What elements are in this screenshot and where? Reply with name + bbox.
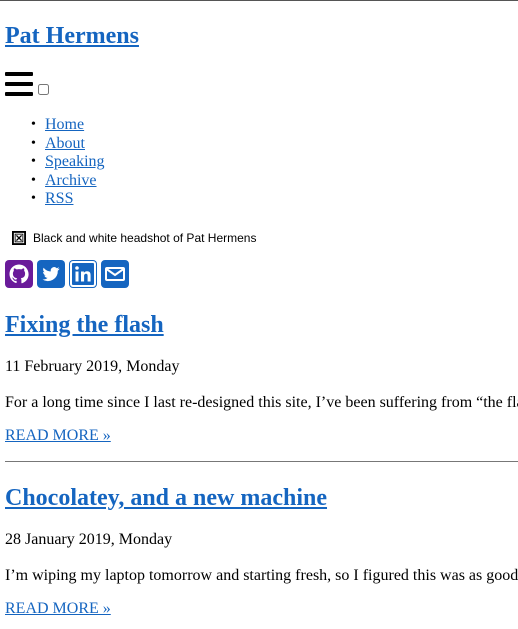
email-link[interactable] <box>101 260 129 288</box>
nav-link-rss[interactable]: RSS <box>45 190 73 207</box>
linkedin-icon <box>69 260 97 288</box>
nav-item-home: Home <box>0 116 105 135</box>
hamburger-menu-icon[interactable] <box>5 72 33 96</box>
twitter-link[interactable] <box>37 260 65 288</box>
broken-image-icon <box>12 231 26 245</box>
main-nav: Home About Speaking Archive RSS <box>0 116 105 209</box>
post-title-link[interactable]: Chocolatey, and a new machine <box>5 485 327 511</box>
post-title: Chocolatey, and a new machine <box>5 483 327 513</box>
nav-link-speaking[interactable]: Speaking <box>45 153 105 170</box>
nav-link-archive[interactable]: Archive <box>45 172 97 189</box>
github-icon <box>5 260 33 288</box>
menu-toggle-checkbox[interactable] <box>38 84 49 95</box>
twitter-icon <box>37 260 65 288</box>
email-icon <box>101 260 129 288</box>
post-divider <box>5 461 518 462</box>
site-title: Pat Hermens <box>5 20 139 52</box>
github-link[interactable] <box>5 260 33 288</box>
top-border <box>0 0 518 1</box>
nav-link-home[interactable]: Home <box>45 116 84 133</box>
nav-item-speaking: Speaking <box>0 153 105 172</box>
post-date: 11 February 2019, Monday <box>5 358 180 375</box>
post-excerpt: I’m wiping my laptop tomorrow and starti… <box>5 567 518 584</box>
post-title-link[interactable]: Fixing the flash <box>5 312 164 338</box>
post-date: 28 January 2019, Monday <box>5 531 173 548</box>
linkedin-link[interactable] <box>69 260 97 288</box>
nav-item-archive: Archive <box>0 172 105 191</box>
read-more-link[interactable]: READ MORE » <box>5 427 111 445</box>
nav-link-about[interactable]: About <box>45 135 85 152</box>
nav-item-about: About <box>0 135 105 154</box>
post-title: Fixing the flash <box>5 310 164 340</box>
post-excerpt: For a long time since I last re-designed… <box>5 394 518 411</box>
read-more-link[interactable]: READ MORE » <box>5 600 111 618</box>
nav-item-rss: RSS <box>0 190 105 209</box>
site-title-link[interactable]: Pat Hermens <box>5 23 139 49</box>
headshot-alt-text: Black and white headshot of Pat Hermens <box>33 231 257 245</box>
